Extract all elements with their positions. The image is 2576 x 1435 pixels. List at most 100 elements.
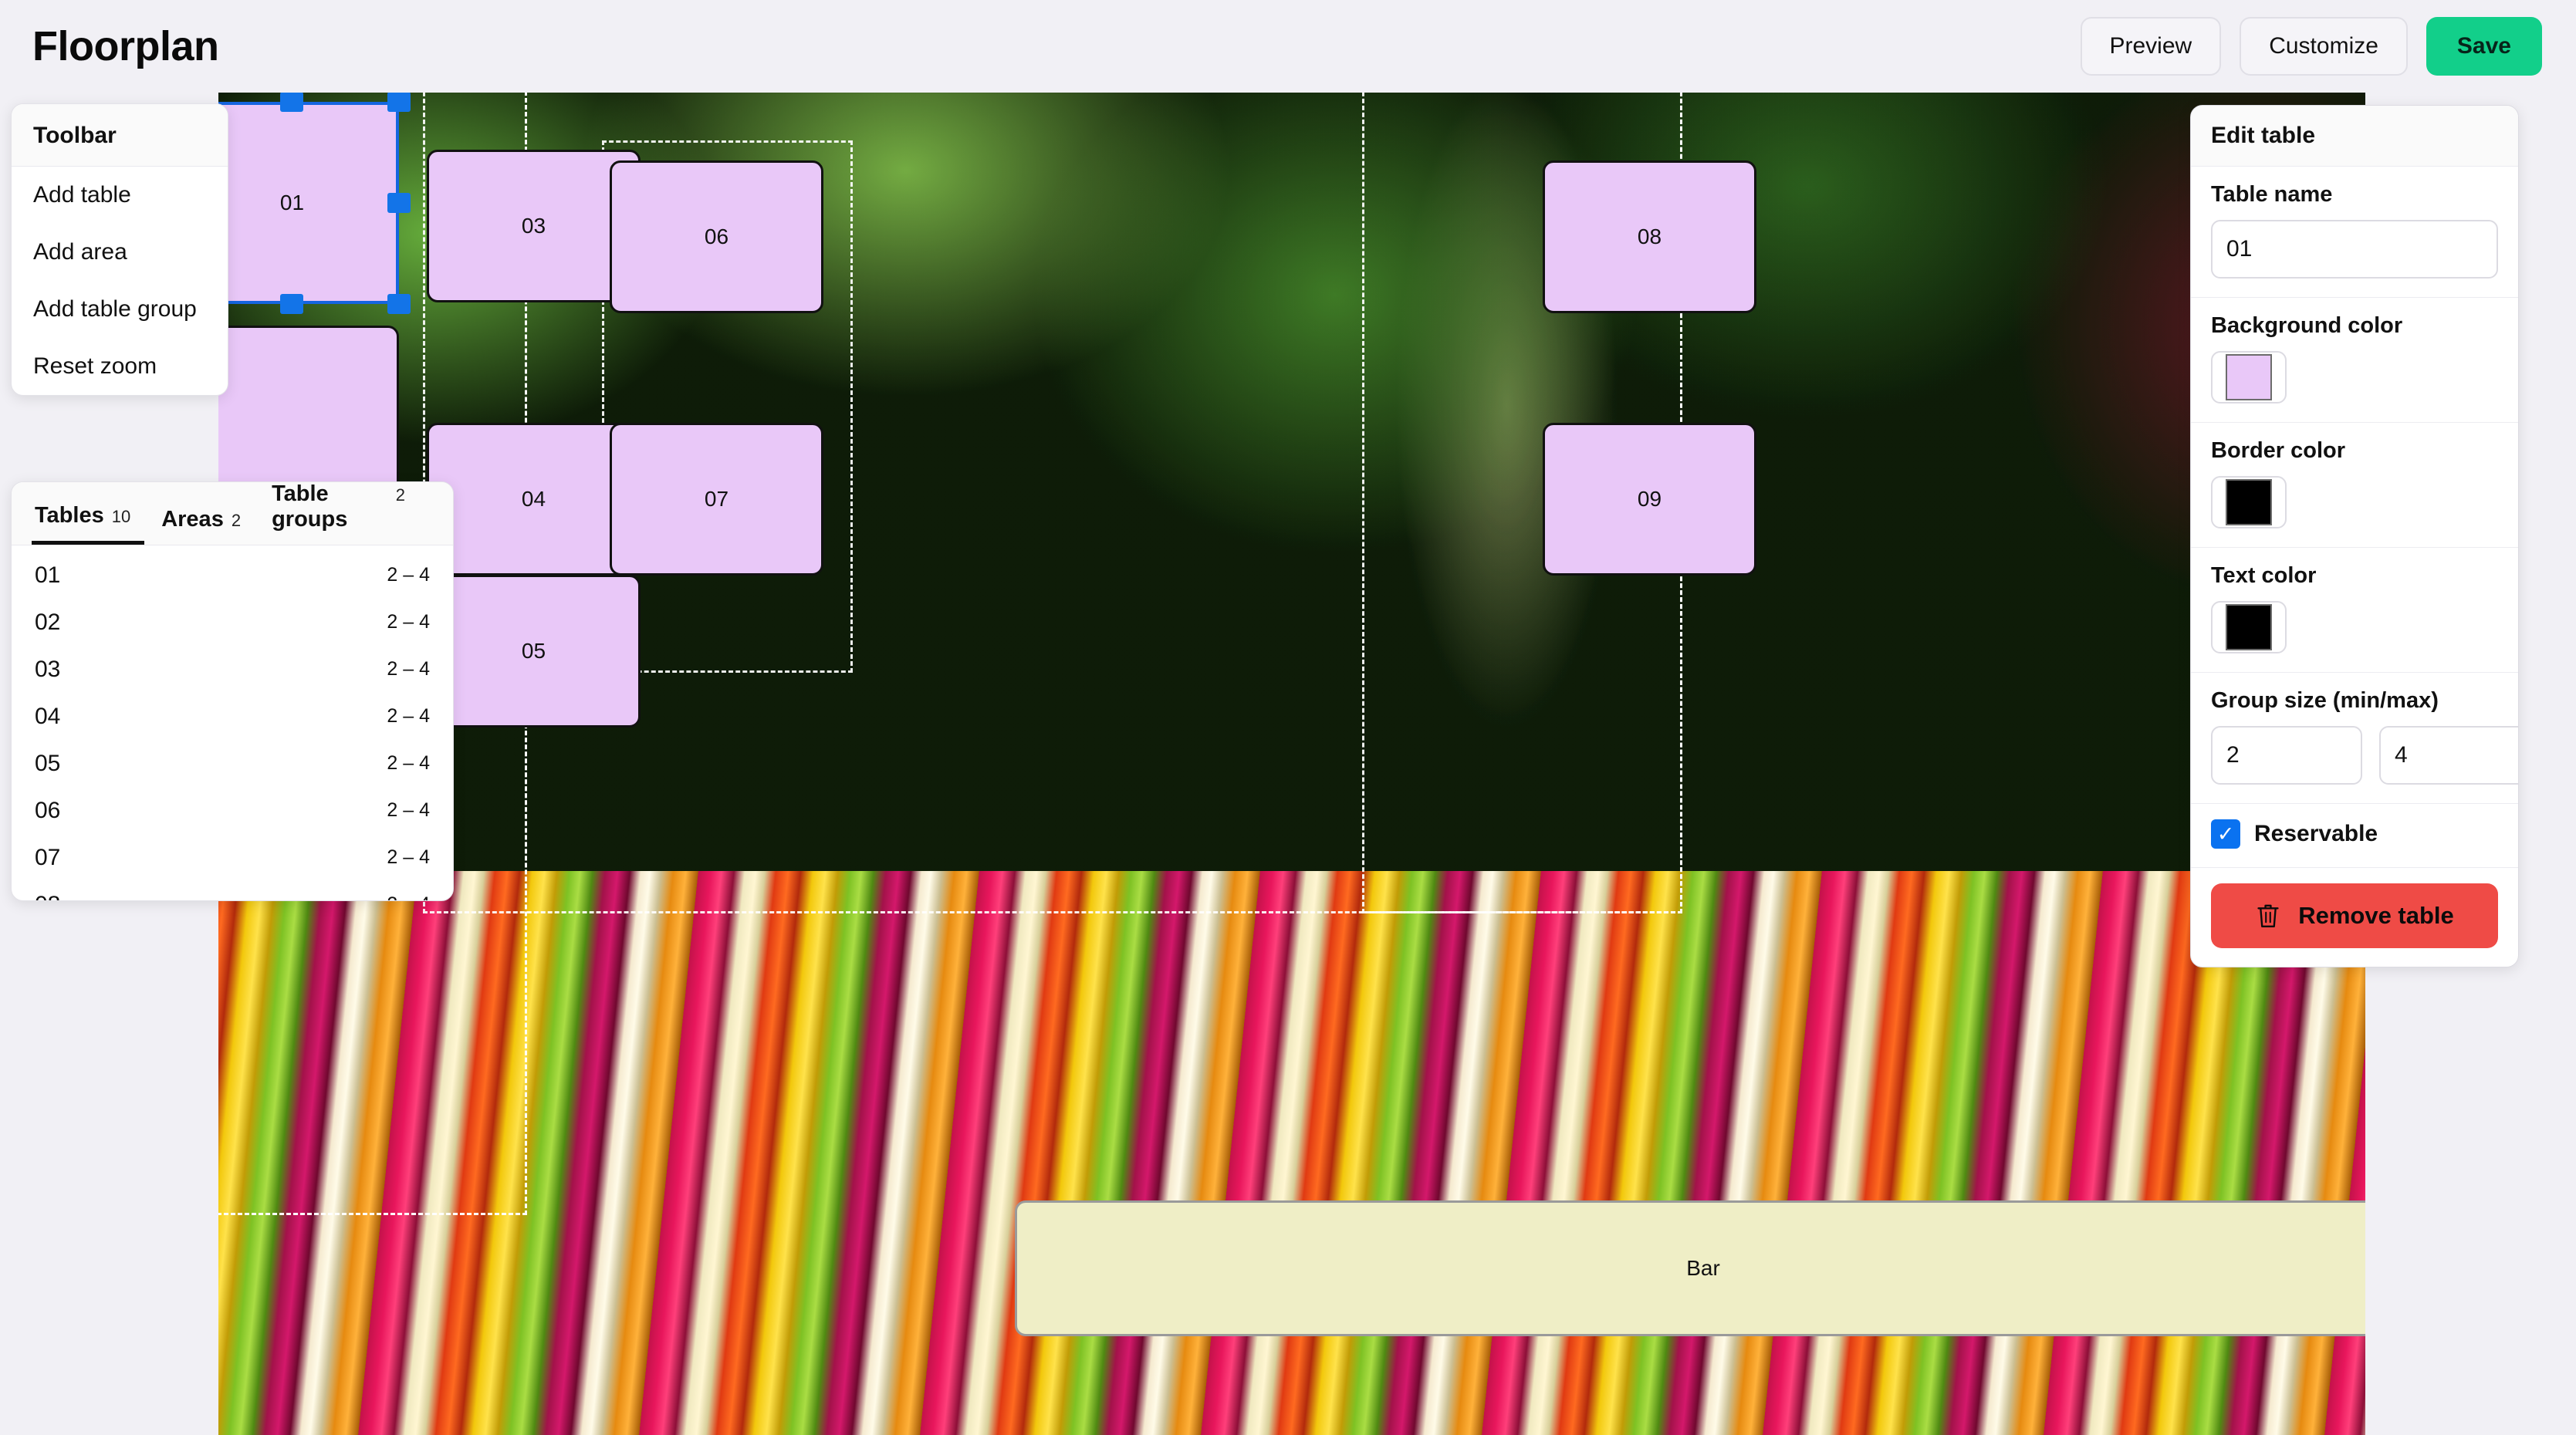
table-01[interactable]: 01 xyxy=(218,102,399,304)
table-label: 05 xyxy=(521,639,546,663)
table-04[interactable]: 04 xyxy=(427,423,641,576)
field-border-color: Border color xyxy=(2191,423,2518,548)
tab-areas[interactable]: Areas 2 xyxy=(158,507,255,545)
resize-handle-ne[interactable] xyxy=(387,93,411,112)
list-item-seats: 2 – 4 xyxy=(387,564,430,586)
background-color-swatch xyxy=(2226,354,2272,400)
list-rows: 01 2 – 4 02 2 – 4 03 2 – 4 04 2 – 4 05 2… xyxy=(12,552,453,901)
list-item-seats: 2 – 4 xyxy=(387,611,430,633)
toolbar-title: Toolbar xyxy=(12,104,228,167)
toolbar-item-add-table[interactable]: Add table xyxy=(12,167,228,224)
save-button[interactable]: Save xyxy=(2426,17,2542,76)
resize-handle-e[interactable] xyxy=(387,193,411,213)
table-06[interactable]: 06 xyxy=(610,160,823,313)
table-05[interactable]: 05 xyxy=(427,575,641,728)
remove-table-button[interactable]: Remove table xyxy=(2211,883,2498,948)
trash-icon xyxy=(2257,904,2279,928)
list-item[interactable]: 02 2 – 4 xyxy=(12,599,453,646)
list-item[interactable]: 08 2 – 4 xyxy=(12,881,453,901)
reservable-checkbox[interactable]: ✓ xyxy=(2211,819,2240,849)
edit-table-panel: Edit table Table name Background color B… xyxy=(2190,105,2519,967)
list-item-seats: 2 – 4 xyxy=(387,893,430,900)
list-item[interactable]: 04 2 – 4 xyxy=(12,693,453,740)
field-reservable: ✓ Reservable xyxy=(2191,804,2518,868)
background-color-swatch-button[interactable] xyxy=(2211,351,2287,403)
table-09[interactable]: 09 xyxy=(1543,423,1756,576)
remove-table-label: Remove table xyxy=(2298,902,2454,929)
background-color-label: Background color xyxy=(2211,313,2403,338)
toolbar-item-reset-zoom[interactable]: Reset zoom xyxy=(12,338,228,395)
tab-label: Tables xyxy=(35,503,104,528)
list-item-name: 03 xyxy=(35,656,61,682)
toolbar-item-add-area[interactable]: Add area xyxy=(12,224,228,281)
app-header: Floorplan Preview Customize Save xyxy=(0,0,2576,93)
customize-button[interactable]: Customize xyxy=(2240,17,2408,76)
table-03[interactable]: 03 xyxy=(427,150,641,302)
group-size-label: Group size (min/max) xyxy=(2211,688,2439,713)
text-color-swatch-button[interactable] xyxy=(2211,601,2287,653)
group-size-inputs xyxy=(2211,726,2518,785)
floorplan-canvas[interactable]: Communal tables Restaurant 03 04 05 06 0… xyxy=(218,93,2365,1435)
table-label: 06 xyxy=(704,225,729,248)
resize-handle-s[interactable] xyxy=(280,294,303,314)
tab-count: 2 xyxy=(395,485,405,505)
list-item[interactable]: 03 2 – 4 xyxy=(12,646,453,693)
toolbar-panel: Toolbar Add table Add area Add table gro… xyxy=(11,103,228,396)
list-item[interactable]: 06 2 – 4 xyxy=(12,787,453,834)
table-08[interactable]: 08 xyxy=(1543,160,1756,313)
border-color-label: Border color xyxy=(2211,438,2346,463)
table-label: 08 xyxy=(1637,225,1662,248)
resize-handle-n[interactable] xyxy=(280,93,303,112)
table-07[interactable]: 07 xyxy=(610,423,823,576)
tab-label: Areas xyxy=(161,507,224,532)
table-name-input[interactable] xyxy=(2211,220,2498,279)
reservable-label: Reservable xyxy=(2254,821,2378,846)
tab-label: Table groups xyxy=(272,481,348,532)
list-item[interactable]: 07 2 – 4 xyxy=(12,834,453,881)
list-item-name: 02 xyxy=(35,609,61,635)
tab-tables[interactable]: Tables 10 xyxy=(32,503,145,545)
border-color-swatch-button[interactable] xyxy=(2211,476,2287,528)
table-label: 07 xyxy=(704,487,729,511)
list-item[interactable]: 01 2 – 4 xyxy=(12,552,453,599)
header-actions: Preview Customize Save xyxy=(2080,17,2542,76)
list-item-seats: 2 – 4 xyxy=(387,752,430,774)
table-label: 04 xyxy=(521,487,546,511)
list-item-name: 01 xyxy=(35,562,61,588)
tab-count: 2 xyxy=(231,511,242,530)
reservable-row[interactable]: ✓ Reservable xyxy=(2211,819,2498,849)
list-item-seats: 2 – 4 xyxy=(387,846,430,868)
tab-table-groups[interactable]: Table groups 2 xyxy=(269,481,419,545)
field-remove-table: Remove table xyxy=(2191,868,2518,967)
table-label: 01 xyxy=(279,191,305,214)
list-item-seats: 2 – 4 xyxy=(387,658,430,680)
group-size-min-input[interactable] xyxy=(2211,726,2362,785)
border-color-swatch xyxy=(2226,479,2272,525)
field-text-color: Text color xyxy=(2191,548,2518,673)
group-size-max-input[interactable] xyxy=(2379,726,2518,785)
list-item-name: 08 xyxy=(35,892,60,901)
text-color-swatch xyxy=(2226,604,2272,650)
text-color-label: Text color xyxy=(2211,563,2317,588)
list-item-name: 05 xyxy=(35,750,61,776)
page-title: Floorplan xyxy=(32,23,219,69)
list-item-seats: 2 – 4 xyxy=(387,799,430,821)
field-table-name: Table name xyxy=(2191,167,2518,298)
bar-shape[interactable]: Bar xyxy=(1015,1200,2365,1336)
list-item-seats: 2 – 4 xyxy=(387,705,430,727)
table-label: 09 xyxy=(1637,487,1662,511)
table-name-label: Table name xyxy=(2211,182,2333,207)
resize-handle-se[interactable] xyxy=(387,294,411,314)
edit-panel-title: Edit table xyxy=(2191,106,2518,167)
list-item-name: 04 xyxy=(35,703,61,729)
list-item-name: 06 xyxy=(35,797,61,823)
preview-button[interactable]: Preview xyxy=(2080,17,2222,76)
field-group-size: Group size (min/max) xyxy=(2191,673,2518,804)
toolbar-item-add-table-group[interactable]: Add table group xyxy=(12,281,228,338)
table-label: 03 xyxy=(521,214,546,238)
list-item[interactable]: 05 2 – 4 xyxy=(12,740,453,787)
tab-count: 10 xyxy=(111,507,131,526)
field-background-color: Background color xyxy=(2191,298,2518,423)
list-item-name: 07 xyxy=(35,844,61,870)
bar-label: Bar xyxy=(1686,1256,1720,1280)
